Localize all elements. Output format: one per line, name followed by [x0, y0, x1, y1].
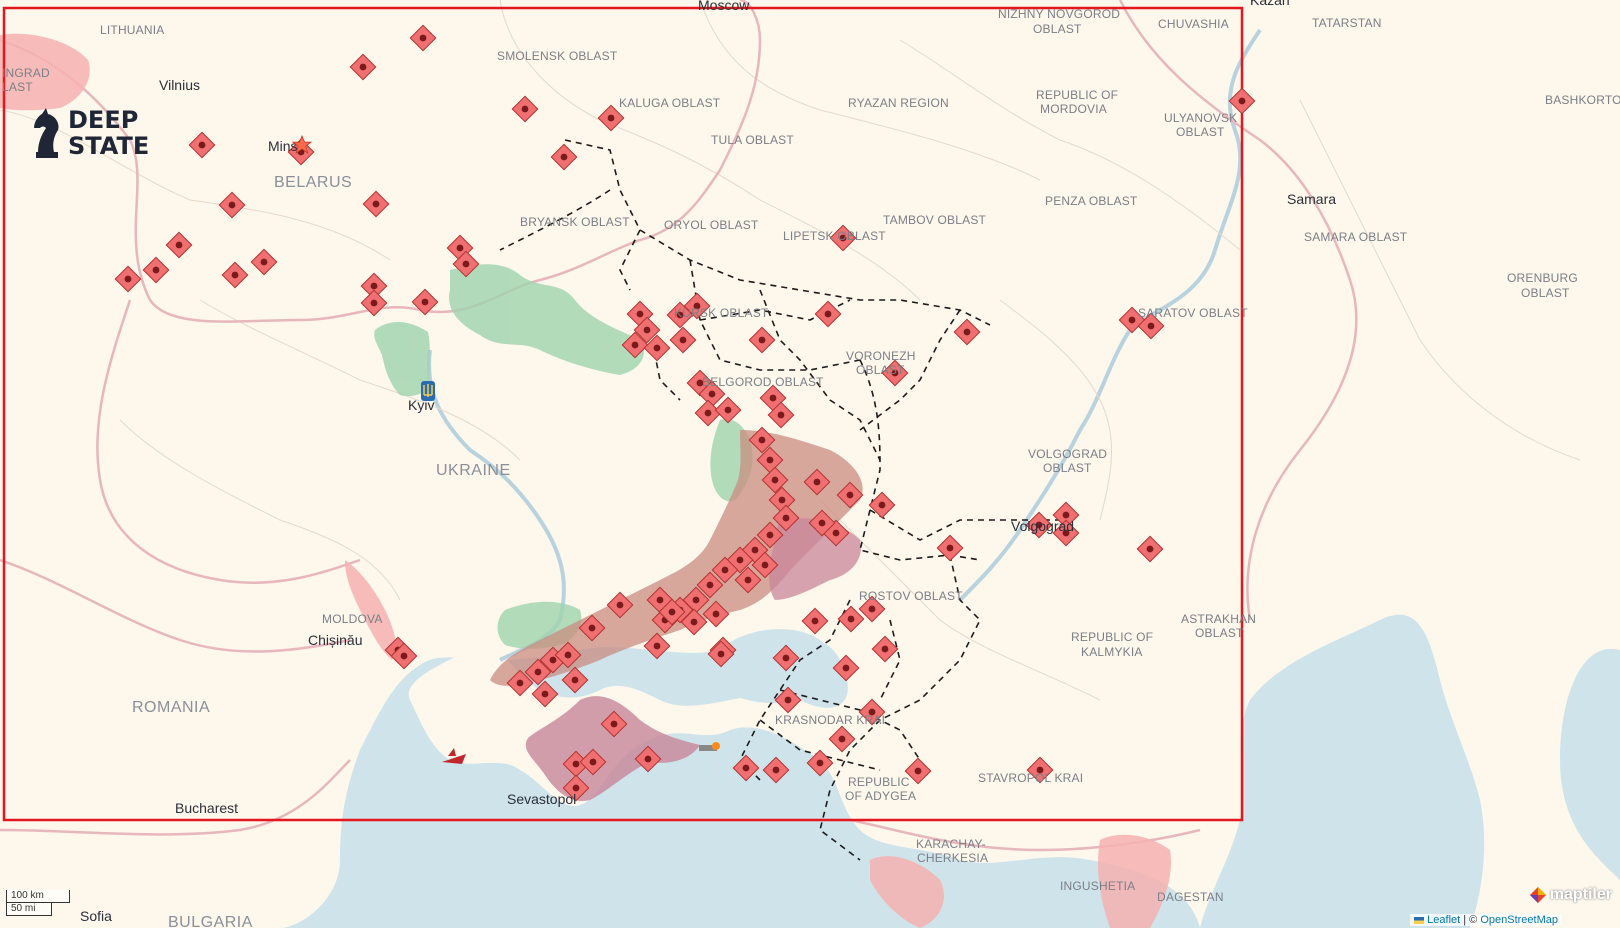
map-canvas[interactable]: SMOLENSK OBLAST KALUGA OBLAST TULA OBLAS… — [0, 0, 1620, 928]
city-label: Chișinău — [308, 632, 362, 648]
leaflet-link[interactable]: Leaflet — [1427, 914, 1460, 926]
knight-chess-icon — [34, 108, 59, 158]
region-label: BELGOROD OBLAST — [702, 375, 824, 389]
region-label: CHERKESIA — [917, 851, 988, 865]
country-label: ROMANIA — [132, 699, 210, 716]
region-label: BASHKORTOS — [1545, 93, 1620, 107]
city-label: Vilnius — [159, 77, 200, 93]
region-label: ASTRAKHAN — [1181, 612, 1256, 626]
region-label: INGRAD — [2, 66, 50, 80]
deepstate-logo[interactable]: DEEP STATE — [30, 106, 149, 160]
region-label: SAMARA OBLAST — [1304, 230, 1408, 244]
city-label: Moscow — [698, 0, 750, 13]
region-label: KURSK OBLAST — [674, 306, 769, 320]
attribution: Leaflet | © OpenStreetMap — [1410, 914, 1562, 926]
attribution-sep: | © — [1463, 914, 1478, 926]
ukraine-flag-icon — [1414, 916, 1425, 924]
scale-mi: 50 mi — [6, 903, 52, 916]
region-label: OBLAST — [1033, 22, 1082, 36]
region-label: KARACHAY- — [916, 837, 986, 851]
region-label: KRASNODAR KRAI — [775, 713, 885, 727]
region-label: TULA OBLAST — [711, 133, 794, 147]
country-label: BELARUS — [274, 174, 352, 191]
maptiler-icon — [1529, 887, 1546, 903]
region-label: PENZA OBLAST — [1045, 194, 1138, 208]
region-label: STAVROPOL KRAI — [978, 771, 1083, 785]
region-label: LIPETSK OBLAST — [783, 229, 886, 243]
region-label: ROSTOV OBLAST — [859, 589, 963, 603]
region-label: OBLAST — [1176, 125, 1225, 139]
city-label: Volgograd — [1011, 518, 1074, 534]
city-label: Samara — [1287, 191, 1336, 207]
scale-km: 100 km — [6, 890, 70, 903]
region-label: KALMYKIA — [1081, 645, 1143, 659]
region-label: REPUBLIC OF — [1036, 88, 1118, 102]
maptiler-text: maptiler — [1549, 886, 1612, 903]
region-label: ORENBURG — [1507, 271, 1578, 285]
scale-bar: 100 km 50 mi — [6, 890, 70, 916]
region-label: MORDOVIA — [1040, 102, 1107, 116]
city-label: Bucharest — [175, 800, 238, 816]
country-label: BULGARIA — [168, 914, 253, 928]
kyiv-trident-icon — [421, 381, 435, 401]
maptiler-logo[interactable]: maptiler — [1529, 886, 1612, 904]
region-label: OBLAST — [1043, 461, 1092, 475]
region-label: ULYANOVSK — [1164, 111, 1237, 125]
region-label: NIZHNY NOVGOROD — [998, 7, 1120, 21]
region-label: OBLAST — [856, 363, 905, 377]
region-label: ORYOL OBLAST — [664, 218, 759, 232]
region-label: SARATOV OBLAST — [1138, 306, 1248, 320]
logo-line2: STATE — [68, 132, 150, 160]
region-label: SMOLENSK OBLAST — [497, 49, 618, 63]
country-label: LITHUANIA — [100, 23, 164, 37]
region-label: KALUGA OBLAST — [619, 96, 721, 110]
region-label: VORONEZH — [846, 349, 916, 363]
country-label: MOLDOVA — [322, 612, 383, 626]
city-label: Sofia — [80, 908, 112, 924]
city-label: Sevastopol — [507, 791, 576, 807]
region-label: OBLAST — [1195, 626, 1244, 640]
region-label: REPUBLIC OF — [1071, 630, 1153, 644]
osm-link[interactable]: OpenStreetMap — [1480, 914, 1558, 926]
region-label: DAGESTAN — [1157, 890, 1224, 904]
region-label: TAMBOV OBLAST — [883, 213, 987, 227]
region-label: LAST — [2, 80, 33, 94]
country-label: UKRAINE — [436, 462, 511, 479]
logo-line1: DEEP — [68, 106, 139, 134]
region-label: VOLGOGRAD — [1028, 447, 1107, 461]
region-label: TATARSTAN — [1312, 16, 1382, 30]
region-label: OF ADYGEA — [845, 789, 916, 803]
region-label: OBLAST — [1521, 286, 1570, 300]
region-label: INGUSHETIA — [1060, 879, 1135, 893]
region-label: BRYANSK OBLAST — [520, 215, 630, 229]
region-label: CHUVASHIA — [1158, 17, 1229, 31]
region-label: REPUBLIC — [848, 775, 910, 789]
city-label: Kazan — [1250, 0, 1290, 8]
region-label: RYAZAN REGION — [848, 96, 949, 110]
